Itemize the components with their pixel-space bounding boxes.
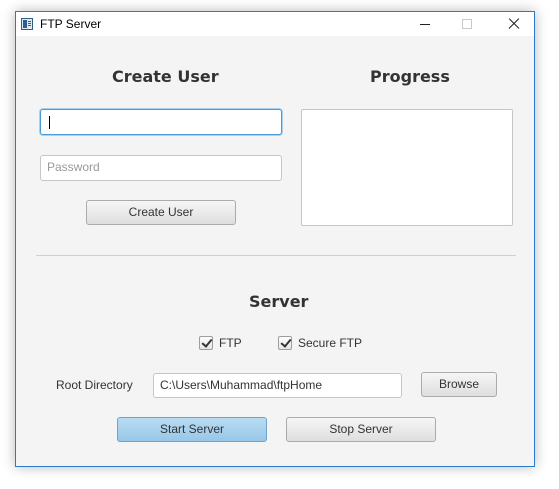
secure-ftp-label[interactable]: Secure FTP: [298, 336, 362, 350]
start-server-button[interactable]: Start Server: [117, 417, 267, 442]
username-input[interactable]: [40, 109, 282, 135]
maximize-icon[interactable]: [444, 12, 490, 36]
minimize-icon[interactable]: [402, 12, 448, 36]
server-heading: Server: [249, 292, 309, 311]
ftp-label[interactable]: FTP: [219, 336, 242, 350]
password-input[interactable]: Password: [40, 155, 282, 181]
title-bar[interactable]: FTP Server: [16, 12, 534, 36]
stop-server-button[interactable]: Stop Server: [286, 417, 436, 442]
secure-ftp-checkbox[interactable]: [278, 336, 292, 350]
create-user-heading: Create User: [112, 67, 219, 86]
browse-button[interactable]: Browse: [421, 372, 497, 397]
text-caret: [49, 116, 50, 129]
root-directory-input[interactable]: C:\Users\Muhammad\ftpHome: [153, 373, 402, 398]
close-icon[interactable]: [490, 12, 536, 36]
ftp-checkbox[interactable]: [199, 336, 213, 350]
window-title: FTP Server: [40, 17, 102, 31]
progress-heading: Progress: [370, 67, 450, 86]
root-directory-label: Root Directory: [56, 378, 133, 392]
create-user-button[interactable]: Create User: [86, 200, 236, 225]
app-window: FTP Server Create User Progress Password…: [15, 11, 535, 467]
section-divider: [36, 255, 516, 256]
progress-log-area[interactable]: [301, 109, 513, 226]
app-window-icon: [21, 18, 33, 30]
